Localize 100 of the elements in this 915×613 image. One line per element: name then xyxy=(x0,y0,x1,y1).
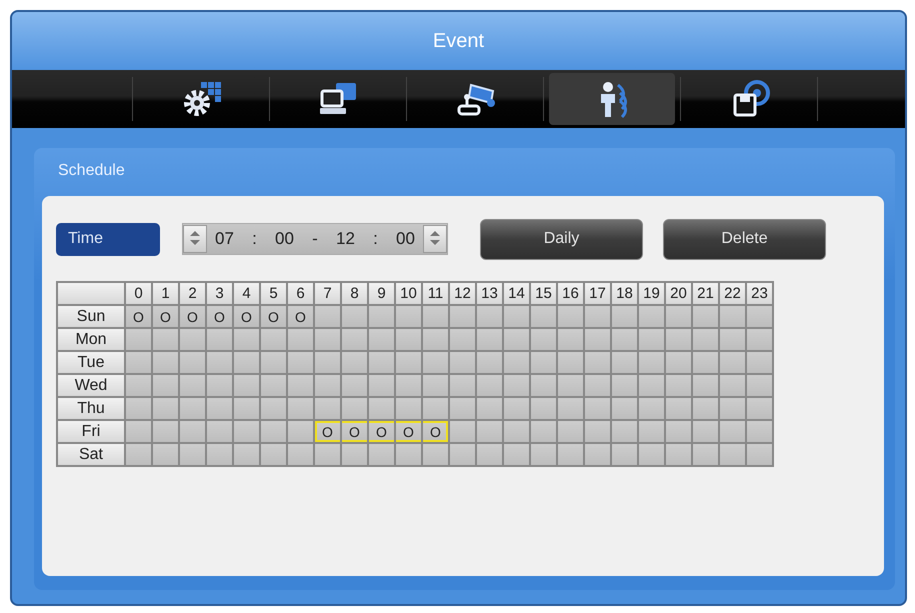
schedule-cell[interactable] xyxy=(692,305,719,328)
schedule-cell[interactable] xyxy=(584,305,611,328)
schedule-cell[interactable] xyxy=(719,305,746,328)
schedule-cell[interactable] xyxy=(638,420,665,443)
schedule-cell[interactable] xyxy=(530,397,557,420)
schedule-cell[interactable]: O xyxy=(152,305,179,328)
schedule-cell[interactable] xyxy=(530,443,557,466)
schedule-cell[interactable] xyxy=(746,397,773,420)
schedule-cell[interactable] xyxy=(611,397,638,420)
schedule-cell[interactable] xyxy=(503,374,530,397)
schedule-cell[interactable] xyxy=(449,328,476,351)
schedule-cell[interactable] xyxy=(125,374,152,397)
schedule-cell[interactable] xyxy=(665,397,692,420)
schedule-cell[interactable] xyxy=(746,443,773,466)
schedule-cell[interactable] xyxy=(584,420,611,443)
schedule-cell[interactable] xyxy=(152,397,179,420)
schedule-cell[interactable] xyxy=(476,397,503,420)
schedule-cell[interactable] xyxy=(341,374,368,397)
schedule-cell[interactable] xyxy=(665,351,692,374)
schedule-cell[interactable] xyxy=(179,420,206,443)
time-range-field[interactable]: 07 : 00 - 12 : 00 xyxy=(182,223,448,255)
schedule-cell[interactable] xyxy=(530,305,557,328)
schedule-cell[interactable] xyxy=(206,328,233,351)
schedule-cell[interactable] xyxy=(611,420,638,443)
schedule-cell[interactable] xyxy=(692,443,719,466)
schedule-cell[interactable] xyxy=(233,351,260,374)
schedule-cell[interactable] xyxy=(503,397,530,420)
schedule-cell[interactable] xyxy=(746,351,773,374)
schedule-cell[interactable] xyxy=(341,328,368,351)
schedule-cell[interactable] xyxy=(422,374,449,397)
schedule-cell[interactable]: O xyxy=(395,420,422,443)
schedule-cell[interactable] xyxy=(692,397,719,420)
schedule-cell[interactable] xyxy=(395,328,422,351)
schedule-cell[interactable] xyxy=(719,374,746,397)
schedule-cell[interactable] xyxy=(125,351,152,374)
schedule-cell[interactable] xyxy=(719,397,746,420)
schedule-cell[interactable] xyxy=(557,351,584,374)
schedule-cell[interactable] xyxy=(314,351,341,374)
schedule-cell[interactable] xyxy=(449,443,476,466)
schedule-cell[interactable] xyxy=(638,443,665,466)
schedule-cell[interactable] xyxy=(476,351,503,374)
schedule-cell[interactable] xyxy=(611,374,638,397)
schedule-cell[interactable] xyxy=(503,305,530,328)
schedule-cell[interactable] xyxy=(584,328,611,351)
schedule-cell[interactable] xyxy=(476,420,503,443)
schedule-cell[interactable] xyxy=(422,328,449,351)
schedule-cell[interactable]: O xyxy=(260,305,287,328)
schedule-cell[interactable] xyxy=(503,351,530,374)
schedule-cell[interactable] xyxy=(206,420,233,443)
schedule-cell[interactable] xyxy=(287,420,314,443)
schedule-cell[interactable] xyxy=(314,443,341,466)
schedule-cell[interactable] xyxy=(665,443,692,466)
spin-button[interactable] xyxy=(423,225,447,253)
schedule-cell[interactable] xyxy=(746,374,773,397)
schedule-cell[interactable] xyxy=(557,420,584,443)
schedule-cell[interactable]: O xyxy=(287,305,314,328)
schedule-cell[interactable] xyxy=(206,443,233,466)
schedule-cell[interactable] xyxy=(152,374,179,397)
schedule-cell[interactable] xyxy=(719,351,746,374)
schedule-cell[interactable] xyxy=(530,374,557,397)
schedule-cell[interactable] xyxy=(368,305,395,328)
action-button[interactable]: Daily xyxy=(480,218,643,260)
schedule-cell[interactable] xyxy=(206,374,233,397)
schedule-cell[interactable] xyxy=(341,305,368,328)
schedule-cell[interactable] xyxy=(395,443,422,466)
schedule-cell[interactable] xyxy=(395,374,422,397)
schedule-cell[interactable] xyxy=(665,305,692,328)
schedule-cell[interactable] xyxy=(476,305,503,328)
schedule-cell[interactable] xyxy=(287,374,314,397)
schedule-cell[interactable] xyxy=(611,328,638,351)
schedule-cell[interactable] xyxy=(395,305,422,328)
schedule-cell[interactable] xyxy=(692,420,719,443)
schedule-cell[interactable] xyxy=(314,328,341,351)
schedule-cell[interactable] xyxy=(341,397,368,420)
schedule-cell[interactable] xyxy=(638,397,665,420)
schedule-cell[interactable] xyxy=(719,328,746,351)
schedule-cell[interactable] xyxy=(395,351,422,374)
schedule-cell[interactable]: O xyxy=(422,420,449,443)
schedule-cell[interactable] xyxy=(233,328,260,351)
schedule-cell[interactable] xyxy=(692,328,719,351)
schedule-cell[interactable] xyxy=(368,351,395,374)
schedule-cell[interactable] xyxy=(557,328,584,351)
schedule-cell[interactable] xyxy=(692,374,719,397)
schedule-cell[interactable] xyxy=(152,328,179,351)
schedule-cell[interactable] xyxy=(125,397,152,420)
schedule-cell[interactable] xyxy=(719,420,746,443)
schedule-cell[interactable] xyxy=(584,351,611,374)
schedule-cell[interactable] xyxy=(179,374,206,397)
schedule-cell[interactable] xyxy=(422,305,449,328)
schedule-cell[interactable] xyxy=(287,328,314,351)
schedule-cell[interactable] xyxy=(314,397,341,420)
schedule-cell[interactable] xyxy=(368,328,395,351)
schedule-cell[interactable] xyxy=(179,397,206,420)
schedule-cell[interactable] xyxy=(287,351,314,374)
schedule-cell[interactable] xyxy=(422,397,449,420)
schedule-cell[interactable] xyxy=(530,351,557,374)
schedule-cell[interactable] xyxy=(719,443,746,466)
schedule-cell[interactable] xyxy=(638,305,665,328)
schedule-cell[interactable] xyxy=(233,397,260,420)
schedule-cell[interactable]: O xyxy=(368,420,395,443)
